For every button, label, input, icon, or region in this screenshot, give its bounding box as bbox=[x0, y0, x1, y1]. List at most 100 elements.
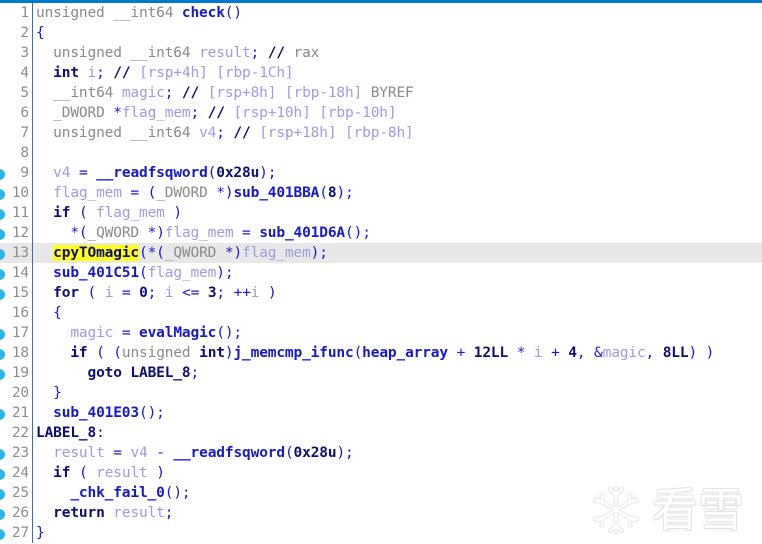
code-line[interactable]: 20 } bbox=[0, 383, 762, 403]
code-line-text[interactable]: if ( flag_mem ) bbox=[36, 203, 182, 223]
code-line[interactable]: 9 v4 = __readfsqword(0x28u); bbox=[0, 163, 762, 183]
code-line[interactable]: 17 magic = evalMagic(); bbox=[0, 323, 762, 343]
code-line[interactable]: 24 if ( result ) bbox=[0, 463, 762, 483]
breakpoint-dot-icon[interactable] bbox=[0, 189, 5, 200]
gutter-divider bbox=[32, 23, 33, 43]
pseudocode-view[interactable]: 1 unsigned __int64 check() 2{3 unsigned __… bbox=[0, 3, 762, 544]
code-line[interactable]: 23 result = v4 - __readfsqword(0x28u); bbox=[0, 443, 762, 463]
line-gutter[interactable]: 22 bbox=[0, 423, 33, 443]
line-gutter[interactable]: 10 bbox=[0, 183, 33, 203]
code-line-text[interactable]: unsigned __int64 result; // rax bbox=[36, 43, 319, 63]
code-line[interactable]: 18 if ( (unsigned int)j_memcmp_ifunc(hea… bbox=[0, 343, 762, 363]
code-line[interactable]: 7 unsigned __int64 v4; // [rsp+18h] [rbp… bbox=[0, 123, 762, 143]
code-line[interactable]: 25 _chk_fail_0(); bbox=[0, 483, 762, 503]
code-line-text[interactable]: } bbox=[36, 523, 45, 543]
code-line-text[interactable]: cpyTOmagic(*(_QWORD *)flag_mem); bbox=[36, 243, 328, 263]
code-line-text[interactable]: flag_mem = (_DWORD *)sub_401BBA(8); bbox=[36, 183, 354, 203]
line-gutter[interactable]: 14 bbox=[0, 263, 33, 283]
gutter-divider bbox=[32, 283, 33, 303]
code-line-text[interactable]: __int64 magic; // [rsp+8h] [rbp-18h] BYR… bbox=[36, 83, 414, 103]
code-line[interactable]: 27} bbox=[0, 523, 762, 543]
code-line[interactable]: 8 bbox=[0, 143, 762, 163]
line-gutter[interactable]: 1 bbox=[0, 3, 33, 23]
code-line[interactable]: 22 LABEL_8: bbox=[0, 423, 762, 443]
code-line-text[interactable]: return result; bbox=[36, 503, 173, 523]
code-line[interactable]: 11 if ( flag_mem ) bbox=[0, 203, 762, 223]
code-line[interactable]: 3 unsigned __int64 result; // rax bbox=[0, 43, 762, 63]
code-line-text[interactable]: if ( (unsigned int)j_memcmp_ifunc(heap_a… bbox=[36, 343, 714, 363]
breakpoint-dot-icon[interactable] bbox=[0, 249, 5, 260]
breakpoint-dot-icon[interactable] bbox=[0, 289, 5, 300]
code-line-text[interactable]: v4 = __readfsqword(0x28u); bbox=[36, 163, 276, 183]
breakpoint-dot-icon[interactable] bbox=[0, 349, 5, 360]
breakpoint-dot-icon[interactable] bbox=[0, 229, 5, 240]
line-gutter[interactable]: 19 bbox=[0, 363, 33, 383]
code-line-text[interactable]: { bbox=[36, 303, 62, 323]
line-gutter[interactable]: 7 bbox=[0, 123, 33, 143]
line-gutter[interactable]: 8 bbox=[0, 143, 33, 163]
line-gutter[interactable]: 17 bbox=[0, 323, 33, 343]
code-line[interactable]: 5 __int64 magic; // [rsp+8h] [rbp-18h] B… bbox=[0, 83, 762, 103]
code-line[interactable]: 10 flag_mem = (_DWORD *)sub_401BBA(8); bbox=[0, 183, 762, 203]
code-line-text[interactable]: int i; // [rsp+4h] [rbp-1Ch] bbox=[36, 63, 293, 83]
line-gutter[interactable]: 6 bbox=[0, 103, 33, 123]
line-number: 20 bbox=[11, 385, 29, 401]
code-line[interactable]: 15 for ( i = 0; i <= 3; ++i ) bbox=[0, 283, 762, 303]
breakpoint-dot-icon[interactable] bbox=[0, 209, 5, 220]
code-line[interactable]: 2{ bbox=[0, 23, 762, 43]
line-gutter[interactable]: 3 bbox=[0, 43, 33, 63]
line-gutter[interactable]: 4 bbox=[0, 63, 33, 83]
breakpoint-dot-icon[interactable] bbox=[0, 489, 5, 500]
line-gutter[interactable]: 11 bbox=[0, 203, 33, 223]
code-line[interactable]: 13 cpyTOmagic(*(_QWORD *)flag_mem); bbox=[0, 243, 762, 263]
code-line-text[interactable]: { bbox=[36, 23, 45, 43]
code-line[interactable]: 1 unsigned __int64 check() bbox=[0, 3, 762, 23]
line-gutter[interactable]: 27 bbox=[0, 523, 33, 543]
breakpoint-dot-icon[interactable] bbox=[0, 269, 5, 280]
line-gutter[interactable]: 15 bbox=[0, 283, 33, 303]
code-line[interactable]: 6 _DWORD *flag_mem; // [rsp+10h] [rbp-10… bbox=[0, 103, 762, 123]
code-line[interactable]: 19 goto LABEL_8; bbox=[0, 363, 762, 383]
line-gutter[interactable]: 18 bbox=[0, 343, 33, 363]
line-gutter[interactable]: 2 bbox=[0, 23, 33, 43]
breakpoint-dot-icon[interactable] bbox=[0, 169, 5, 180]
code-line-text[interactable]: LABEL_8: bbox=[36, 423, 105, 443]
line-gutter[interactable]: 13 bbox=[0, 243, 33, 263]
line-gutter[interactable]: 21 bbox=[0, 403, 33, 423]
line-gutter[interactable]: 23 bbox=[0, 443, 33, 463]
line-gutter[interactable]: 9 bbox=[0, 163, 33, 183]
code-line-text[interactable]: _chk_fail_0(); bbox=[36, 483, 190, 503]
line-gutter[interactable]: 5 bbox=[0, 83, 33, 103]
line-gutter[interactable]: 20 bbox=[0, 383, 33, 403]
breakpoint-dot-icon[interactable] bbox=[0, 369, 5, 380]
code-line-text[interactable]: magic = evalMagic(); bbox=[36, 323, 242, 343]
line-gutter[interactable]: 26 bbox=[0, 503, 33, 523]
line-gutter[interactable]: 25 bbox=[0, 483, 33, 503]
code-line[interactable]: 4 int i; // [rsp+4h] [rbp-1Ch] bbox=[0, 63, 762, 83]
code-line-text[interactable]: sub_401C51(flag_mem); bbox=[36, 263, 233, 283]
code-line-text[interactable]: if ( result ) bbox=[36, 463, 165, 483]
code-line-text[interactable]: for ( i = 0; i <= 3; ++i ) bbox=[36, 283, 277, 303]
code-line-text[interactable]: } bbox=[36, 383, 62, 403]
code-line-text[interactable]: *(_QWORD *)flag_mem = sub_401D6A(); bbox=[36, 223, 371, 243]
breakpoint-dot-icon[interactable] bbox=[0, 329, 5, 340]
line-gutter[interactable]: 12 bbox=[0, 223, 33, 243]
code-line-text[interactable]: goto LABEL_8; bbox=[36, 363, 199, 383]
code-line[interactable]: 16 { bbox=[0, 303, 762, 323]
code-line[interactable]: 12 *(_QWORD *)flag_mem = sub_401D6A(); bbox=[0, 223, 762, 243]
code-line[interactable]: 21 sub_401E03(); bbox=[0, 403, 762, 423]
breakpoint-dot-icon[interactable] bbox=[0, 529, 5, 540]
code-line-text[interactable]: _DWORD *flag_mem; // [rsp+10h] [rbp-10h] bbox=[36, 103, 396, 123]
breakpoint-dot-icon[interactable] bbox=[0, 469, 5, 480]
line-gutter[interactable]: 16 bbox=[0, 303, 33, 323]
code-line-text[interactable]: sub_401E03(); bbox=[36, 403, 165, 423]
code-line-text[interactable]: unsigned __int64 v4; // [rsp+18h] [rbp-8… bbox=[36, 123, 414, 143]
breakpoint-dot-icon[interactable] bbox=[0, 509, 5, 520]
code-line-text[interactable]: result = v4 - __readfsqword(0x28u); bbox=[36, 443, 354, 463]
code-line-text[interactable]: unsigned __int64 check() bbox=[36, 3, 242, 23]
breakpoint-dot-icon[interactable] bbox=[0, 409, 5, 420]
breakpoint-dot-icon[interactable] bbox=[0, 449, 5, 460]
line-gutter[interactable]: 24 bbox=[0, 463, 33, 483]
code-line[interactable]: 26 return result; bbox=[0, 503, 762, 523]
code-line[interactable]: 14 sub_401C51(flag_mem); bbox=[0, 263, 762, 283]
